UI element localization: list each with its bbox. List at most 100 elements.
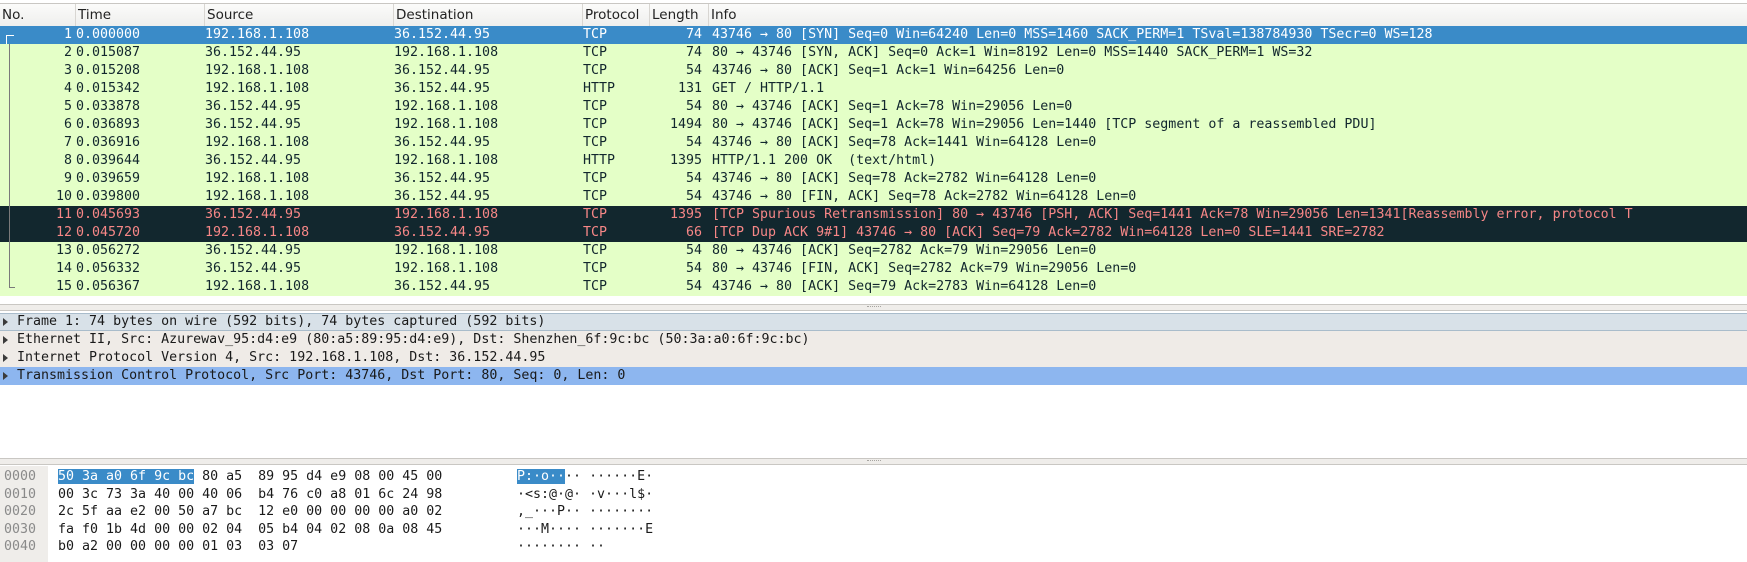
packet-row[interactable]: 9 0.039659 192.168.1.108 36.152.44.95 TCP 54 4… <box>0 170 1747 188</box>
detail-tree-item[interactable]: Internet Protocol Version 4, Src: 192.16… <box>0 349 1747 367</box>
ascii-bytes-rest[interactable]: ···M···· ·······E <box>517 522 653 537</box>
packet-source: 36.152.44.95 <box>205 99 302 114</box>
packet-source: 36.152.44.95 <box>205 243 302 258</box>
packet-source: 192.168.1.108 <box>205 225 310 240</box>
column-header-source[interactable]: Source <box>205 4 394 26</box>
packet-row[interactable]: 6 0.036893 36.152.44.95 192.168.1.108 TCP 149… <box>0 116 1747 134</box>
detail-label: Internet Protocol Version 4, Src: 192.16… <box>17 350 546 365</box>
packet-info: [TCP Spurious Retransmission] 80 → 43746… <box>712 207 1633 222</box>
ascii-bytes-highlighted[interactable]: P:·o·· <box>517 469 566 484</box>
hex-bytes-rest[interactable]: b0 a2 00 00 00 00 01 03 03 07 <box>58 539 298 554</box>
column-header-info[interactable]: Info <box>709 4 1747 26</box>
packet-length: 54 <box>685 99 702 114</box>
packet-source: 36.152.44.95 <box>205 45 302 60</box>
packet-row[interactable]: 3 0.015208 192.168.1.108 36.152.44.95 TCP 54 4… <box>0 62 1747 80</box>
hex-bytes[interactable]: 50 3a a0 6f 9c bc 80 a5 89 95 d4 e9 08 0… <box>58 468 442 485</box>
column-header-time[interactable]: Time <box>76 4 205 26</box>
hex-bytes[interactable]: fa f0 1b 4d 00 00 02 04 05 b4 04 02 08 0… <box>58 521 442 538</box>
packet-row[interactable]: 7 0.036916 192.168.1.108 36.152.44.95 TCP 54 4… <box>0 134 1747 152</box>
packet-row[interactable]: 15 0.056367 192.168.1.108 36.152.44.95 TCP 54… <box>0 278 1747 296</box>
packet-destination: 36.152.44.95 <box>394 81 491 96</box>
packet-time: 0.015342 <box>76 81 141 96</box>
detail-tree-item[interactable]: Ethernet II, Src: Azurewav_95:d4:e9 (80:… <box>0 331 1747 349</box>
packet-protocol: TCP <box>583 45 608 60</box>
packet-row[interactable]: 11 0.045693 36.152.44.95 192.168.1.108 TCP 13… <box>0 206 1747 224</box>
packet-list-header: No. Time Source Destination Protocol Len… <box>0 3 1747 27</box>
splitter-grip[interactable] <box>866 460 881 463</box>
hex-bytes[interactable]: 00 3c 73 3a 40 00 40 06 b4 76 c0 a8 01 6… <box>58 486 442 503</box>
packet-source: 192.168.1.108 <box>205 63 310 78</box>
packet-destination: 36.152.44.95 <box>394 135 491 150</box>
packet-row[interactable]: 13 0.056272 36.152.44.95 192.168.1.108 TCP 54… <box>0 242 1747 260</box>
byte-offset: 0010 <box>4 486 37 502</box>
column-header-protocol[interactable]: Protocol <box>583 4 650 26</box>
ascii-bytes[interactable]: P:·o···· ······E· <box>517 468 653 485</box>
byte-offset: 0030 <box>4 521 37 537</box>
packet-row[interactable]: 1 0.000000 192.168.1.108 36.152.44.95 TCP 74 4… <box>0 26 1747 44</box>
packet-no: 13 <box>55 243 72 258</box>
packet-protocol: TCP <box>583 279 608 294</box>
hex-bytes[interactable]: b0 a2 00 00 00 00 01 03 03 07 <box>58 538 298 555</box>
ascii-bytes-rest[interactable]: ·· ······E· <box>565 469 653 484</box>
ascii-bytes-rest[interactable]: ········ ·· <box>517 539 605 554</box>
packet-row[interactable]: 4 0.015342 192.168.1.108 36.152.44.95 HTTP 13… <box>0 80 1747 98</box>
detail-tree-item[interactable]: Transmission Control Protocol, Src Port:… <box>0 367 1747 385</box>
packet-length: 54 <box>685 243 702 258</box>
packet-row[interactable]: 12 0.045720 192.168.1.108 36.152.44.95 TCP 66… <box>0 224 1747 242</box>
ascii-bytes[interactable]: ···M···· ·······E <box>517 521 653 538</box>
packet-row[interactable]: 2 0.015087 36.152.44.95 192.168.1.108 TCP 74 8… <box>0 44 1747 62</box>
packet-destination: 192.168.1.108 <box>394 45 499 60</box>
ascii-bytes[interactable]: ·<s:@·@· ·v···l$· <box>517 486 653 503</box>
packet-protocol: TCP <box>583 117 608 132</box>
packet-info: 43746 → 80 [SYN] Seq=0 Win=64240 Len=0 M… <box>712 27 1433 42</box>
ascii-bytes[interactable]: ········ ·· <box>517 538 605 555</box>
hex-bytes-rest[interactable]: 00 3c 73 3a 40 00 40 06 b4 76 c0 a8 01 6… <box>58 487 442 502</box>
packet-source: 36.152.44.95 <box>205 153 302 168</box>
expand-arrow-icon[interactable] <box>3 318 8 326</box>
detail-tree-item[interactable]: Frame 1: 74 bytes on wire (592 bits), 74… <box>0 313 1747 331</box>
column-header-length[interactable]: Length <box>650 4 709 26</box>
hex-bytes-rest[interactable]: fa f0 1b 4d 00 00 02 04 05 b4 04 02 08 0… <box>58 522 442 537</box>
pane-splitter-bottom[interactable] <box>0 458 1747 465</box>
packet-info: 43746 → 80 [ACK] Seq=1 Ack=1 Win=64256 L… <box>712 63 1065 78</box>
column-header-destination[interactable]: Destination <box>394 4 583 26</box>
conversation-bracket-icon <box>6 35 7 44</box>
packet-info: 80 → 43746 [FIN, ACK] Seq=2782 Ack=79 Wi… <box>712 261 1137 276</box>
conversation-end-icon <box>9 287 15 288</box>
packet-bytes-pane: 0000 50 3a a0 6f 9c bc 80 a5 89 95 d4 e9 … <box>0 466 1747 562</box>
packet-protocol: TCP <box>583 207 608 222</box>
column-header-no[interactable]: No. <box>0 4 76 26</box>
expand-arrow-icon[interactable] <box>3 354 8 362</box>
packet-no: 2 <box>63 45 72 60</box>
packet-info: 43746 → 80 [ACK] Seq=78 Ack=2782 Win=641… <box>712 171 1097 186</box>
packet-no: 8 <box>63 153 72 168</box>
hex-bytes-rest[interactable]: 80 a5 89 95 d4 e9 08 00 45 00 <box>194 469 442 484</box>
ascii-bytes-rest[interactable]: ,_···P·· ········ <box>517 504 653 519</box>
ascii-bytes-rest[interactable]: ·<s:@·@· ·v···l$· <box>517 487 653 502</box>
packet-no: 7 <box>63 135 72 150</box>
ascii-bytes[interactable]: ,_···P·· ········ <box>517 503 653 520</box>
hex-bytes-highlighted[interactable]: 50 3a a0 6f 9c bc <box>58 469 195 484</box>
pane-splitter-top[interactable] <box>0 304 1747 311</box>
packet-no: 9 <box>63 171 72 186</box>
packet-row[interactable]: 14 0.056332 36.152.44.95 192.168.1.108 TCP 54… <box>0 260 1747 278</box>
packet-row[interactable]: 5 0.033878 36.152.44.95 192.168.1.108 TCP 54 8… <box>0 98 1747 116</box>
hex-row: 0000 50 3a a0 6f 9c bc 80 a5 89 95 d4 e9 … <box>0 468 1747 485</box>
packet-destination: 36.152.44.95 <box>394 279 491 294</box>
packet-list-pane: No. Time Source Destination Protocol Len… <box>0 0 1747 304</box>
expand-arrow-icon[interactable] <box>3 336 8 344</box>
packet-protocol: TCP <box>583 135 608 150</box>
splitter-grip[interactable] <box>866 306 881 309</box>
packet-time: 0.036893 <box>76 117 141 132</box>
packet-no: 10 <box>55 189 72 204</box>
packet-protocol: HTTP <box>583 81 616 96</box>
hex-bytes-rest[interactable]: 2c 5f aa e2 00 50 a7 bc 12 e0 00 00 00 0… <box>58 504 442 519</box>
hex-bytes[interactable]: 2c 5f aa e2 00 50 a7 bc 12 e0 00 00 00 0… <box>58 503 442 520</box>
expand-arrow-icon[interactable] <box>3 372 8 380</box>
packet-row[interactable]: 8 0.039644 36.152.44.95 192.168.1.108 HTTP 13… <box>0 152 1747 170</box>
packet-length: 74 <box>685 45 702 60</box>
packet-row[interactable]: 10 0.039800 192.168.1.108 36.152.44.95 TCP 54… <box>0 188 1747 206</box>
conversation-line-icon <box>9 44 10 287</box>
packet-protocol: TCP <box>583 225 608 240</box>
packet-no: 4 <box>63 81 72 96</box>
